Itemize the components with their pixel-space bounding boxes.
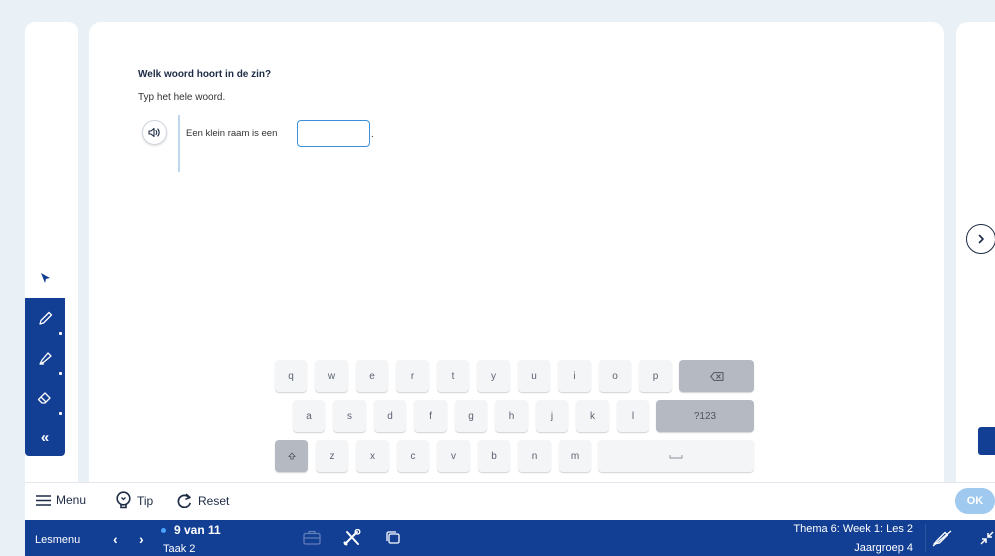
divider <box>925 524 926 552</box>
key-b[interactable]: b <box>478 440 510 472</box>
eraser-tool[interactable] <box>25 378 65 418</box>
tool-options-marker <box>59 372 62 375</box>
status-dot <box>161 528 166 533</box>
numbers-key[interactable]: ?123 <box>656 400 754 432</box>
key-d[interactable]: d <box>374 400 406 432</box>
space-key[interactable] <box>598 440 754 472</box>
key-k[interactable]: k <box>576 400 609 432</box>
chevron-right-icon <box>978 234 984 244</box>
highlighter-tool[interactable] <box>25 338 65 378</box>
lesson-theme: Thema 6: Week 1: Les 2 <box>793 523 913 535</box>
pencil-tool[interactable] <box>25 298 65 338</box>
key-h[interactable]: h <box>495 400 528 432</box>
answer-input[interactable] <box>297 120 370 147</box>
backspace-key[interactable] <box>679 360 754 392</box>
pointer-tool[interactable] <box>25 258 65 298</box>
key-e[interactable]: e <box>356 360 388 392</box>
lightbulb-icon <box>116 491 131 509</box>
previous-button[interactable]: ‹ <box>113 531 118 547</box>
key-g[interactable]: g <box>455 400 487 432</box>
sentence-end: . <box>371 129 374 140</box>
key-w[interactable]: w <box>315 360 348 392</box>
sentence-text: Een klein raam is een <box>186 128 278 139</box>
side-panel-button[interactable] <box>978 427 995 455</box>
progress-counter: 9 van 11 <box>174 523 221 537</box>
pencil-icon <box>38 311 52 325</box>
key-c[interactable]: c <box>397 440 429 472</box>
tools-icon[interactable] <box>342 529 362 547</box>
collapse-tools-button[interactable]: « <box>25 418 65 456</box>
drawing-tools: « <box>25 258 65 456</box>
audio-button[interactable] <box>142 120 167 145</box>
shift-key[interactable] <box>275 440 308 472</box>
space-icon <box>669 454 683 458</box>
reset-icon <box>177 493 191 508</box>
tip-label: Tip <box>137 493 154 508</box>
task-label: Taak 2 <box>163 543 196 555</box>
hide-annotations-icon[interactable] <box>932 530 952 547</box>
key-r[interactable]: r <box>396 360 429 392</box>
question-title: Welk woord hoort in de zin? <box>138 69 272 80</box>
tool-options-marker <box>59 412 62 415</box>
key-s[interactable]: s <box>333 400 366 432</box>
key-y[interactable]: y <box>477 360 510 392</box>
copy-icon[interactable] <box>385 530 401 545</box>
shift-icon <box>287 452 296 460</box>
reset-label: Reset <box>198 493 230 508</box>
next-button[interactable]: › <box>139 531 144 547</box>
key-t[interactable]: t <box>437 360 469 392</box>
menu-button[interactable]: Menu <box>36 493 86 507</box>
menu-label: Menu <box>56 493 87 507</box>
key-v[interactable]: v <box>437 440 470 472</box>
key-q[interactable]: q <box>275 360 307 392</box>
key-z[interactable]: z <box>316 440 348 472</box>
highlighter-icon <box>38 351 52 365</box>
reset-button[interactable]: Reset <box>177 493 229 508</box>
key-o[interactable]: o <box>599 360 631 392</box>
sentence-divider <box>178 115 180 172</box>
key-x[interactable]: x <box>356 440 389 472</box>
key-m[interactable]: m <box>559 440 591 472</box>
exit-fullscreen-icon[interactable] <box>979 530 995 546</box>
key-j[interactable]: j <box>536 400 568 432</box>
key-f[interactable]: f <box>414 400 447 432</box>
tool-options-marker <box>59 332 62 335</box>
next-exercise-button[interactable] <box>966 224 995 254</box>
exercise-toolbar: Menu Tip Reset <box>25 482 995 520</box>
key-l[interactable]: l <box>617 400 649 432</box>
hamburger-icon <box>36 494 51 506</box>
instruction-text: Typ het hele woord. <box>138 92 226 103</box>
key-p[interactable]: p <box>639 360 672 392</box>
tip-button[interactable]: Tip <box>115 491 153 510</box>
backspace-icon <box>709 371 723 381</box>
year-group: Jaargroep 4 <box>854 542 913 554</box>
pointer-icon <box>40 272 50 283</box>
key-a[interactable]: a <box>293 400 325 432</box>
key-u[interactable]: u <box>518 360 550 392</box>
lesson-navigation-bar: Lesmenu ‹ › 9 van 11 Taak 2 Thema 6: Wee… <box>25 520 995 556</box>
key-n[interactable]: n <box>518 440 551 472</box>
briefcase-icon[interactable] <box>303 530 321 545</box>
lesmenu-button[interactable]: Lesmenu <box>35 534 80 546</box>
key-i[interactable]: i <box>558 360 591 392</box>
eraser-icon <box>37 392 51 404</box>
speaker-icon <box>148 127 160 138</box>
ok-button[interactable]: OK <box>955 488 995 514</box>
